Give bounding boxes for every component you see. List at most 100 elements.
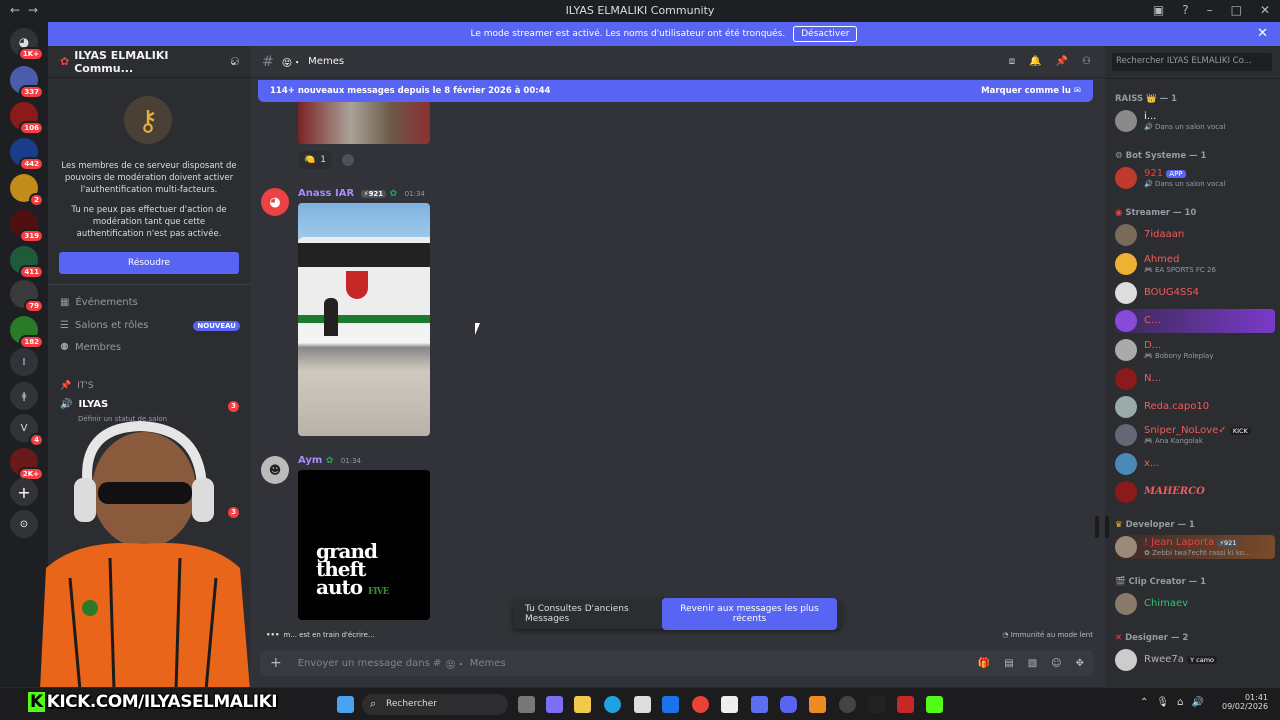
clock[interactable]: 01:41 09/02/2026 <box>1222 693 1268 711</box>
member-item[interactable]: Rwee7a Y camo <box>1115 648 1275 672</box>
avatar[interactable]: ☻ <box>261 456 289 484</box>
discord-icon[interactable] <box>780 696 797 713</box>
dm-button[interactable]: ◕ 1K+ <box>10 28 44 61</box>
member-item[interactable]: 921 APP 🔊 Dans un salon vocal <box>1115 166 1275 190</box>
message-author[interactable]: Anass IAR ⚡921 ✿ 01:34 <box>298 188 425 199</box>
server-icon[interactable]: 337 <box>10 66 44 99</box>
add-member-icon[interactable]: ⚇ <box>230 55 240 68</box>
app-icon[interactable] <box>868 696 885 713</box>
bus-stripe <box>298 315 430 323</box>
gift-icon[interactable]: 🎁 <box>978 658 990 669</box>
emoji-picker-icon[interactable]: ☺ <box>1051 658 1061 669</box>
taskbar-search[interactable]: ⌕ Rechercher <box>362 694 508 715</box>
server-icon[interactable]: 79 <box>10 280 44 313</box>
gamepad-icon[interactable] <box>751 696 768 713</box>
help-icon[interactable]: ? <box>1182 3 1188 17</box>
server-icon[interactable]: 442 <box>10 138 44 171</box>
member-item[interactable]: 7idaaan <box>1115 223 1275 247</box>
nav-channels-roles[interactable]: ☰ Salons et rôles NOUVEAU <box>60 320 240 331</box>
threads-icon[interactable]: ⧈ <box>1009 56 1015 67</box>
member-item[interactable]: D... 🎮 Bobony Roleplay <box>1115 338 1275 362</box>
nav-members[interactable]: ⚉ Membres <box>60 342 121 353</box>
member-item[interactable]: i... 🔊 Dans un salon vocal <box>1115 109 1275 133</box>
server-icon[interactable]: 182 <box>10 316 44 349</box>
scrollbar[interactable] <box>1095 516 1099 538</box>
add-reaction-icon[interactable] <box>342 154 354 166</box>
search-icon: ⌕ <box>370 697 377 710</box>
member-item[interactable]: x... <box>1115 452 1275 476</box>
image-attachment[interactable] <box>298 203 430 436</box>
server-icon[interactable]: 319 <box>10 210 44 243</box>
bell-icon[interactable]: 🔔 <box>1029 56 1041 67</box>
role-header: ⚙ Bot Systeme — 1 <box>1115 151 1206 161</box>
pin-icon[interactable]: 📌 <box>1056 56 1068 67</box>
server-icon[interactable]: V4 <box>10 414 44 447</box>
edge-icon[interactable] <box>604 696 621 713</box>
app-icon[interactable] <box>897 696 914 713</box>
server-icon[interactable]: ǂ <box>10 382 38 410</box>
window-controls[interactable]: ▣? – □ ✕ <box>1153 3 1270 17</box>
copilot-icon[interactable] <box>546 696 563 713</box>
member-item[interactable]: ! Jean Laporta ⚡921 ✿ Zebbi twa7echt rass… <box>1115 535 1275 559</box>
mark-read-label: Marquer comme lu <box>981 86 1071 96</box>
member-item[interactable]: N... <box>1115 367 1275 391</box>
typing-text: m... est en train d'écrire... <box>283 631 375 639</box>
category-header[interactable]: 📌 IT'S <box>60 381 94 391</box>
app-icon[interactable] <box>721 696 738 713</box>
server-header[interactable]: ✿ ILYAS ELMALIKI Commu... ⌄ ⚇ <box>48 46 250 78</box>
inbox-icon[interactable]: ▣ <box>1153 3 1164 17</box>
image-attachment[interactable]: grand theft auto FIVE <box>298 470 430 620</box>
start-icon[interactable] <box>337 696 354 713</box>
channel-name: Memes <box>308 56 345 67</box>
server-icon[interactable]: I <box>10 348 38 376</box>
message-input[interactable]: + Envoyer un message dans # 😝・ Memes 🎁 ▤… <box>260 650 1094 676</box>
avatar <box>1115 224 1137 246</box>
scrollbar[interactable] <box>1105 516 1109 538</box>
member-item[interactable]: BOUG4SS4 <box>1115 281 1275 305</box>
voice-channel[interactable]: 🔊 ILYAS <box>60 399 108 410</box>
member-item[interactable]: C... <box>1115 309 1275 333</box>
sticker-icon[interactable]: ▧ <box>1028 658 1037 669</box>
server-icon[interactable]: 2K+ <box>10 448 44 481</box>
gif-icon[interactable]: ▤ <box>1004 658 1013 669</box>
search-input[interactable]: Rechercher ILYAS ELMALIKI Co... <box>1112 53 1272 71</box>
member-item[interactable]: Ahmed 🎮 EA SPORTS FC 26 <box>1115 252 1275 276</box>
avatar <box>1115 282 1137 304</box>
server-icon[interactable]: 2 <box>10 174 44 207</box>
maximize-icon[interactable]: □ <box>1231 3 1242 17</box>
apps-icon[interactable]: ✥ <box>1076 658 1084 669</box>
kick-icon[interactable] <box>926 696 943 713</box>
attach-icon[interactable]: + <box>270 655 282 671</box>
app-icon[interactable] <box>809 696 826 713</box>
discover-icon[interactable]: ⊙ <box>10 510 38 538</box>
image-attachment[interactable] <box>298 102 430 144</box>
message-author[interactable]: Aym ✿ 01:34 <box>298 455 361 466</box>
nav-events[interactable]: ▦ Événements <box>60 297 138 308</box>
server-icon[interactable]: 411 <box>10 246 44 279</box>
close-icon[interactable]: ✕ <box>1257 26 1268 41</box>
avatar <box>1115 396 1137 418</box>
new-messages-bar[interactable]: 114+ nouveaux messages depuis le 8 févri… <box>258 80 1093 102</box>
close-icon[interactable]: ✕ <box>1260 3 1270 17</box>
app-icon[interactable] <box>839 696 856 713</box>
jump-to-present-button[interactable]: Revenir aux messages les plus récents <box>662 598 837 630</box>
mark-read-button[interactable]: Marquer comme lu ✉ <box>981 86 1081 96</box>
outlook-icon[interactable] <box>662 696 679 713</box>
add-server-icon[interactable]: + <box>10 478 38 506</box>
reaction[interactable]: 🍋 1 <box>298 151 332 169</box>
store-icon[interactable] <box>634 696 651 713</box>
server-icon[interactable]: 106 <box>10 102 44 135</box>
task-view-icon[interactable] <box>518 696 535 713</box>
avatar[interactable]: ◕ <box>261 188 289 216</box>
disable-streamer-button[interactable]: Désactiver <box>793 26 858 42</box>
member-item[interactable]: Chimaev <box>1115 592 1275 616</box>
explorer-icon[interactable] <box>574 696 591 713</box>
chrome-icon[interactable] <box>692 696 709 713</box>
member-item[interactable]: MAHERCO <box>1115 480 1275 504</box>
resolve-button[interactable]: Résoudre <box>59 252 239 274</box>
member-item[interactable]: Sniper_NoLove✓ KICK 🎮 Ana Kangolak <box>1115 423 1275 447</box>
minimize-icon[interactable]: – <box>1207 3 1213 17</box>
member-item[interactable]: Reda.capo10 <box>1115 395 1275 419</box>
member-list-icon[interactable]: ⚇ <box>1082 56 1091 67</box>
system-tray[interactable]: ⌃ 🎙 ⌂ 🔊 <box>1140 697 1204 708</box>
